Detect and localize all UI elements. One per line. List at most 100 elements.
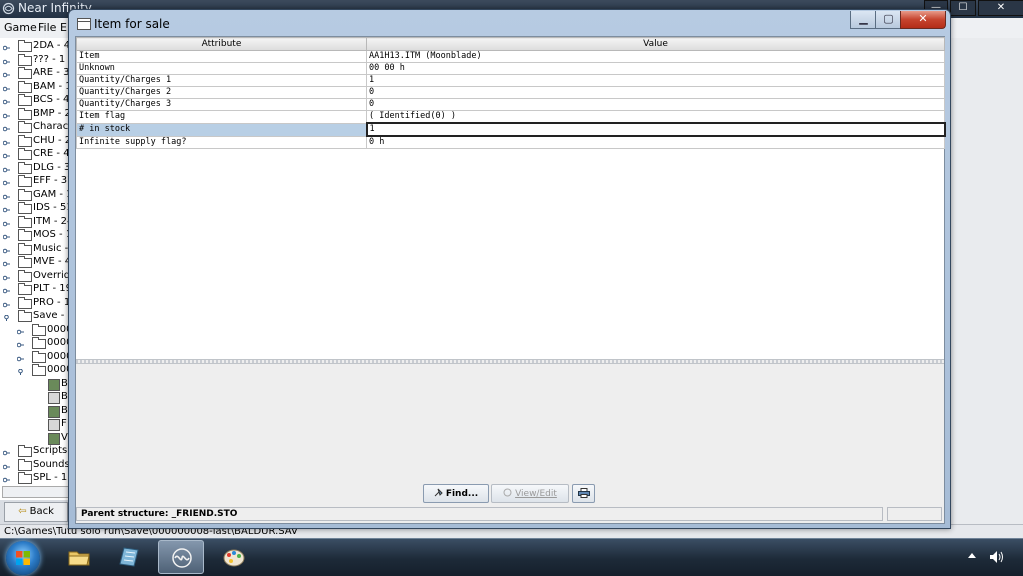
app-maximize-button[interactable]: ☐ (950, 0, 976, 16)
table-row[interactable]: Unknown 00 00 h (76, 62, 945, 75)
folder-icon (18, 229, 32, 241)
dialog-close-button[interactable]: ✕ (900, 11, 946, 29)
tree-collapsed-handle-icon[interactable] (2, 205, 10, 213)
print-icon (577, 488, 590, 498)
file-icon (48, 432, 60, 445)
menu-file[interactable]: File (38, 21, 56, 34)
tree-collapsed-handle-icon[interactable] (2, 84, 10, 91)
dialog-minimize-button[interactable]: ▁ (850, 11, 877, 29)
tree-item-label: ??? - 1 (33, 53, 66, 65)
file-icon (48, 392, 60, 404)
notebook-icon (119, 547, 139, 567)
folder-icon (18, 310, 32, 322)
tree-item-label: F (61, 418, 67, 429)
value-cell-editing[interactable]: 1 (365, 122, 946, 137)
value-cell[interactable]: 1 (366, 74, 945, 87)
resource-tree[interactable]: 2DA - 47??? - 1 ARE - 39 BAM - 13 BCS - 41 B… (0, 38, 79, 500)
menu-edit[interactable]: E (60, 21, 67, 34)
explorer-icon (68, 551, 90, 566)
table-row[interactable]: # in stock 1 (76, 122, 946, 137)
value-cell[interactable]: AA1H13.ITM (Moonblade) (366, 50, 945, 63)
taskbar-notebook[interactable] (107, 540, 153, 574)
taskbar-near-infinity[interactable] (158, 540, 204, 574)
table-row[interactable]: Item AA1H13.ITM (Moonblade) (76, 50, 945, 63)
dialog-title: Item for sale (94, 17, 170, 31)
tree-expanded-handle-icon[interactable] (17, 367, 24, 375)
table-row[interactable]: Quantity/Charges 30 (76, 98, 945, 111)
view-edit-icon (503, 488, 512, 497)
tree-collapsed-handle-icon[interactable] (2, 192, 10, 199)
table-row[interactable]: Item flag( Identified(0) ) (76, 110, 945, 124)
app-logo-icon (2, 2, 15, 15)
app-main-pane (950, 38, 1023, 524)
table-row[interactable]: Infinite supply flag? 0 h (76, 135, 945, 149)
tree-collapsed-handle-icon[interactable] (2, 124, 10, 132)
folder-icon (18, 161, 32, 174)
tree-expanded-handle-icon[interactable] (3, 313, 10, 321)
folder-icon (32, 350, 46, 363)
tree-collapsed-handle-icon[interactable] (2, 165, 10, 172)
attribute-cell[interactable]: # in stock (76, 122, 367, 137)
dialog-maximize-button[interactable]: ▢ (875, 11, 902, 29)
value-cell[interactable]: 0 h (366, 135, 945, 149)
tree-collapsed-handle-icon[interactable] (2, 462, 10, 469)
tree-collapsed-handle-icon[interactable] (2, 97, 10, 105)
tree-collapsed-handle-icon[interactable] (2, 43, 10, 51)
windows-logo-icon (16, 551, 30, 565)
tree-collapsed-handle-icon[interactable] (16, 340, 24, 348)
table-row[interactable]: Quantity/Charges 11 (76, 74, 945, 87)
column-header-attribute[interactable]: Attribute (76, 37, 367, 51)
menu-game[interactable]: Game (4, 21, 37, 34)
table-row[interactable]: Quantity/Charges 20 (76, 86, 945, 99)
tree-horizontal-scrollbar[interactable] (2, 486, 70, 498)
value-cell[interactable]: 0 (366, 98, 945, 111)
value-cell[interactable]: ( Identified(0) ) (366, 110, 945, 124)
column-header-value[interactable]: Value (366, 37, 945, 51)
tree-collapsed-handle-icon[interactable] (2, 57, 10, 64)
taskbar (0, 538, 1023, 576)
attribute-cell[interactable]: Quantity/Charges 1 (76, 74, 367, 87)
attribute-cell[interactable]: Item (76, 50, 367, 63)
attribute-cell[interactable]: Item flag (76, 110, 367, 124)
tree-collapsed-handle-icon[interactable] (16, 354, 24, 361)
attribute-cell[interactable]: Infinite supply flag? (76, 135, 367, 149)
folder-icon (18, 53, 32, 66)
find-icon (434, 488, 443, 497)
folder-icon (18, 80, 32, 93)
tree-collapsed-handle-icon[interactable] (2, 259, 10, 267)
tree-collapsed-handle-icon[interactable] (16, 327, 24, 334)
find-button[interactable]: Find... (423, 484, 489, 503)
value-cell[interactable]: 0 (366, 86, 945, 99)
folder-icon (32, 323, 46, 336)
attribute-cell[interactable]: Unknown (76, 62, 367, 75)
tree-collapsed-handle-icon[interactable] (2, 219, 10, 226)
back-button[interactable]: ⇦ Back (4, 502, 68, 522)
tree-collapsed-handle-icon[interactable] (2, 448, 10, 456)
folder-icon (18, 242, 32, 255)
attribute-table-area: Attribute Value Item AA1H13.ITM (Moonblad… (76, 37, 946, 359)
tree-collapsed-handle-icon[interactable] (2, 475, 10, 483)
print-button[interactable] (572, 484, 595, 503)
tree-collapsed-handle-icon[interactable] (2, 111, 10, 118)
tree-collapsed-handle-icon[interactable] (2, 178, 10, 186)
taskbar-paint[interactable] (211, 540, 257, 574)
view-edit-button[interactable]: View/Edit (491, 484, 569, 503)
tree-collapsed-handle-icon[interactable] (2, 273, 10, 280)
volume-icon[interactable] (988, 549, 1006, 565)
tree-collapsed-handle-icon[interactable] (2, 286, 10, 294)
value-cell[interactable]: 00 00 h (366, 62, 945, 75)
folder-icon (18, 256, 32, 268)
tree-collapsed-handle-icon[interactable] (2, 138, 10, 145)
tree-collapsed-handle-icon[interactable] (2, 232, 10, 240)
attribute-cell[interactable]: Quantity/Charges 3 (76, 98, 367, 111)
folder-icon (18, 134, 32, 147)
tree-collapsed-handle-icon[interactable] (2, 151, 10, 159)
tray-expand-icon[interactable] (968, 553, 976, 558)
tree-collapsed-handle-icon[interactable] (2, 300, 10, 307)
tree-collapsed-handle-icon[interactable] (2, 246, 10, 253)
taskbar-explorer[interactable] (56, 540, 102, 574)
attribute-cell[interactable]: Quantity/Charges 2 (76, 86, 367, 99)
start-button[interactable] (6, 541, 40, 575)
app-close-button[interactable]: ✕ (978, 0, 1023, 16)
tree-collapsed-handle-icon[interactable] (2, 70, 10, 78)
